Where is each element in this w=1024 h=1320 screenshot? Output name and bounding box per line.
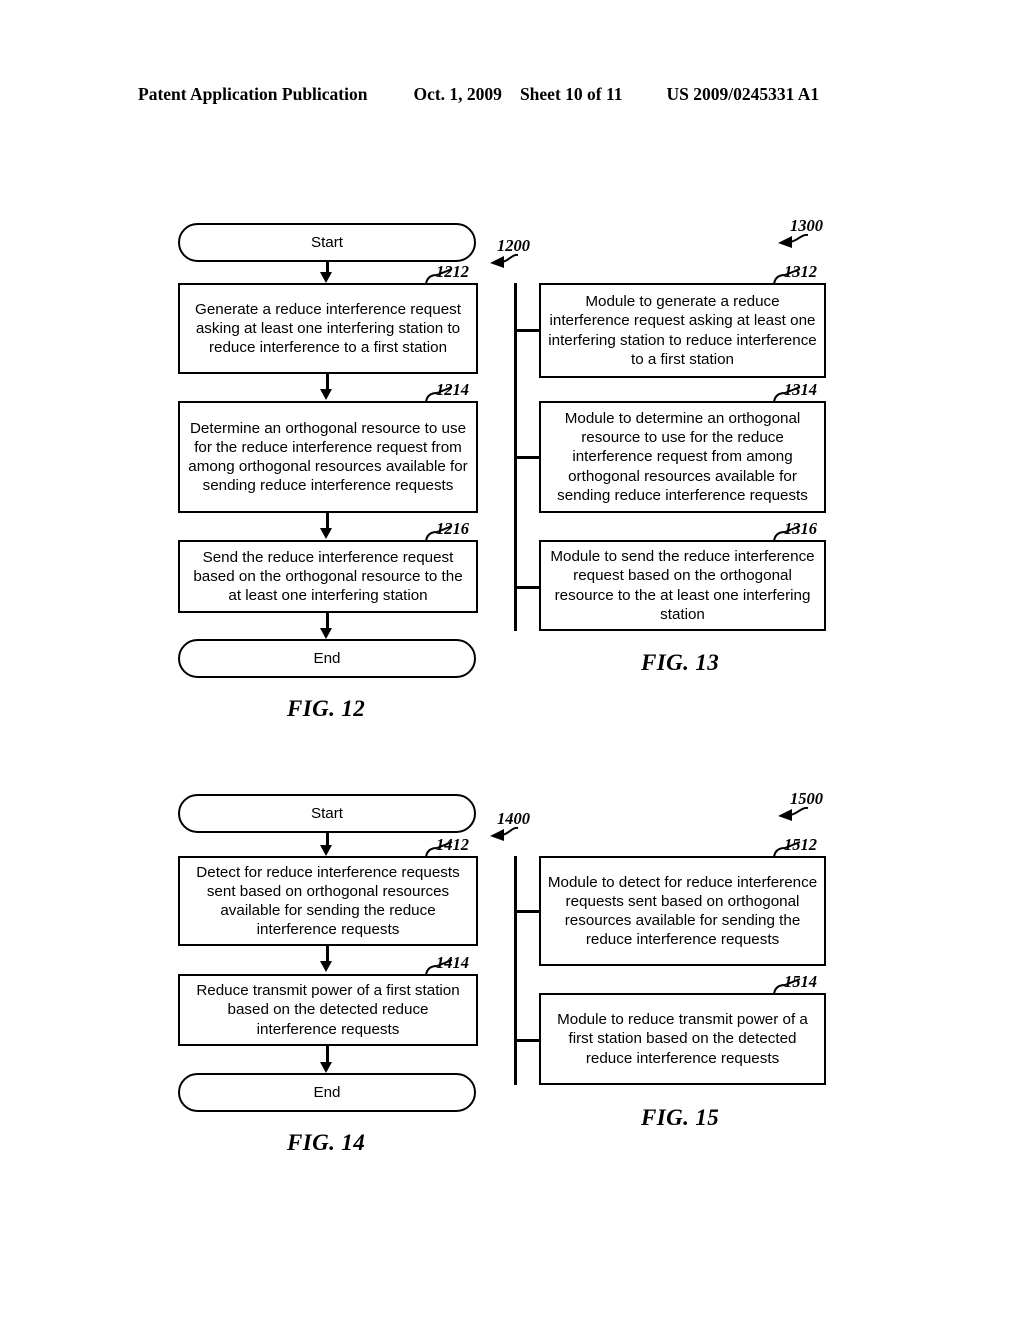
fig14-end-label: End xyxy=(313,1083,341,1101)
fig12-ref-1212: 1212 xyxy=(436,262,469,281)
fig12-end-terminator: End xyxy=(178,639,476,678)
fig13-bus-stub-1312 xyxy=(514,329,541,332)
fig14-step-1412-text: Detect for reduce interference requests … xyxy=(196,863,460,939)
fig12-step-1214-box: Determine an orthogonal resource to use … xyxy=(178,401,478,513)
fig13-caption: FIG. 13 xyxy=(641,650,720,675)
page-header: Patent Application Publication Oct. 1, 2… xyxy=(138,84,898,105)
fig14-arrowhead-1414 xyxy=(320,961,332,972)
fig12-arrowhead-1212 xyxy=(320,272,332,283)
header-publication-label: Patent Application Publication xyxy=(138,84,368,104)
fig15-module-bus xyxy=(514,856,517,1085)
fig15-module-1514-box: Module to reduce transmit power of a fir… xyxy=(539,993,826,1085)
fig13-bus-stub-1314 xyxy=(514,456,541,459)
fig15-caption: FIG. 15 xyxy=(641,1105,720,1130)
fig14-end-terminator: End xyxy=(178,1073,476,1112)
fig15-bus-stub-1512 xyxy=(514,910,541,913)
fig13-apparatus-ref-1300-leader xyxy=(778,233,809,248)
fig13-ref-1312: 1312 xyxy=(784,262,817,281)
fig12-apparatus-ref-1200-leader xyxy=(490,253,519,268)
fig14-step-1414-box: Reduce transmit power of a first station… xyxy=(178,974,478,1046)
fig14-arrowhead-end xyxy=(320,1062,332,1073)
fig13-bus-stub-1316 xyxy=(514,586,541,589)
fig15-ref-1514: 1514 xyxy=(784,972,817,991)
fig12-ref-1214: 1214 xyxy=(436,380,469,399)
header-patent-number: US 2009/0245331 A1 xyxy=(666,84,820,104)
fig12-step-1212-box: Generate a reduce interference request a… xyxy=(178,283,478,374)
fig15-module-1514-text: Module to reduce transmit power of a fir… xyxy=(557,1011,808,1067)
fig13-module-1312-text: Module to generate a reduce interference… xyxy=(548,293,817,368)
fig12-arrowhead-1214 xyxy=(320,389,332,400)
fig12-step-1216-text: Send the reduce interference request bas… xyxy=(193,548,463,605)
fig14-step-1414-text: Reduce transmit power of a first station… xyxy=(196,982,460,1038)
fig12-ref-1216: 1216 xyxy=(436,519,469,538)
fig15-apparatus-ref-1500-leader xyxy=(778,806,809,821)
fig13-module-1312-box: Module to generate a reduce interference… xyxy=(539,283,826,378)
fig13-module-1314-text: Module to determine an orthogonal resour… xyxy=(557,410,808,504)
fig12-step-1214-text: Determine an orthogonal resource to use … xyxy=(188,419,468,495)
fig14-apparatus-ref-1400-leader xyxy=(490,826,519,841)
fig14-caption: FIG. 14 xyxy=(287,1130,366,1155)
fig12-arrowhead-end xyxy=(320,628,332,639)
fig12-step-1212-text: Generate a reduce interference request a… xyxy=(195,300,461,357)
fig13-module-1316-box: Module to send the reduce interference r… xyxy=(539,540,826,631)
fig15-module-1512-box: Module to detect for reduce interference… xyxy=(539,856,826,966)
fig14-ref-1414: 1414 xyxy=(436,953,469,972)
fig12-caption: FIG. 12 xyxy=(287,696,366,721)
fig15-bus-stub-1514 xyxy=(514,1039,541,1042)
fig12-arrowhead-1216 xyxy=(320,528,332,539)
fig14-step-1412-box: Detect for reduce interference requests … xyxy=(178,856,478,946)
fig15-module-1512-text: Module to detect for reduce interference… xyxy=(547,873,818,949)
fig12-start-label: Start xyxy=(310,233,344,251)
fig14-arrowhead-1412 xyxy=(320,845,332,856)
fig12-end-label: End xyxy=(313,649,341,667)
fig12-step-1216-box: Send the reduce interference request bas… xyxy=(178,540,478,613)
header-sheet-label: Sheet 10 of 11 xyxy=(519,84,623,104)
fig14-start-label: Start xyxy=(310,804,344,822)
fig13-module-1316-text: Module to send the reduce interference r… xyxy=(550,548,815,623)
fig12-start-terminator: Start xyxy=(178,223,476,262)
fig15-ref-1512: 1512 xyxy=(784,835,817,854)
header-date-label: Oct. 1, 2009 xyxy=(413,84,502,104)
fig14-ref-1412: 1412 xyxy=(436,835,469,854)
fig13-ref-1314: 1314 xyxy=(784,380,817,399)
fig13-module-1314-box: Module to determine an orthogonal resour… xyxy=(539,401,826,513)
fig14-start-terminator: Start xyxy=(178,794,476,833)
fig13-ref-1316: 1316 xyxy=(784,519,817,538)
